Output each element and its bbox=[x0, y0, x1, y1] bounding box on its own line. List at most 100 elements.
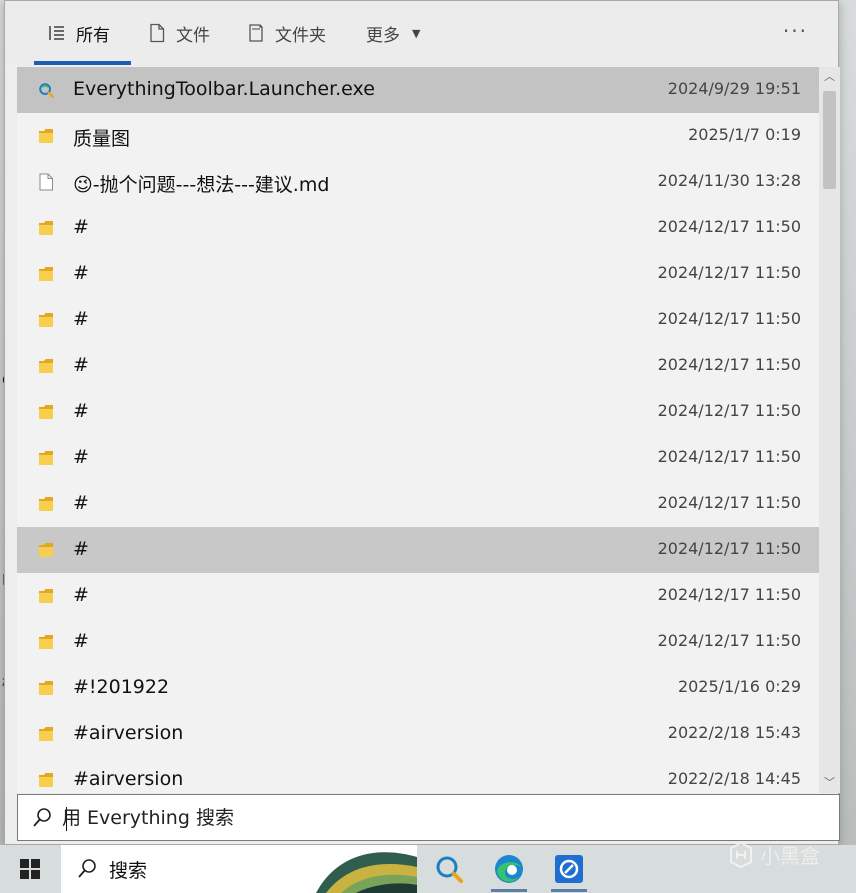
result-row[interactable]: #2024/12/17 11:50 bbox=[17, 619, 819, 665]
result-name: # bbox=[73, 262, 89, 284]
folder-icon bbox=[38, 449, 54, 467]
result-row[interactable]: #2024/12/17 11:50 bbox=[17, 205, 819, 251]
search-input[interactable] bbox=[62, 803, 822, 833]
result-name: #airversion bbox=[73, 768, 184, 790]
folder-icon bbox=[38, 541, 54, 559]
everything-app-icon bbox=[38, 81, 54, 99]
result-date: 2024/12/17 11:50 bbox=[657, 447, 801, 466]
everything-search-icon bbox=[436, 856, 463, 883]
result-row[interactable]: #2024/12/17 11:50 bbox=[17, 297, 819, 343]
search-highlight-art bbox=[316, 852, 417, 893]
tab-folders[interactable]: 文件夹 bbox=[247, 1, 326, 65]
result-name: #airversion bbox=[73, 722, 184, 744]
search-results-list: EverythingToolbar.Launcher.exe 2024/9/29 … bbox=[17, 67, 819, 793]
result-date: 2024/12/17 11:50 bbox=[657, 217, 801, 236]
result-row[interactable]: #!201922 2025/1/16 0:29 bbox=[17, 665, 819, 711]
folder-icon bbox=[38, 403, 54, 421]
search-icon bbox=[77, 858, 97, 880]
scroll-up-icon[interactable]: ︿ bbox=[819, 67, 840, 87]
result-row[interactable]: 质量图 2025/1/7 0:19 bbox=[17, 113, 819, 159]
folder-icon bbox=[38, 587, 54, 605]
result-row[interactable]: #airversion 2022/2/18 14:45 bbox=[17, 757, 819, 793]
result-date: 2022/2/18 14:45 bbox=[667, 769, 801, 788]
result-row[interactable]: #2024/12/17 11:50 bbox=[17, 389, 819, 435]
more-options-button[interactable]: ··· bbox=[783, 19, 808, 43]
folder-icon bbox=[38, 725, 54, 743]
everything-toolbar-icon bbox=[555, 855, 583, 883]
list-icon bbox=[48, 23, 66, 43]
result-date: 2024/9/29 19:51 bbox=[667, 79, 801, 98]
result-row[interactable]: #2024/12/17 11:50 bbox=[17, 251, 819, 297]
result-date: 2025/1/16 0:29 bbox=[677, 677, 801, 696]
result-row[interactable]: 😉-抛个问题---想法---建议.md 2024/11/30 13:28 bbox=[17, 159, 819, 205]
scroll-down-icon[interactable]: ﹀ bbox=[819, 773, 840, 793]
result-row[interactable]: #airversion 2022/2/18 15:43 bbox=[17, 711, 819, 757]
tab-label: 更多 bbox=[366, 25, 400, 46]
results-scrollbar[interactable]: ︿ ﹀ bbox=[819, 67, 840, 793]
folder-icon bbox=[38, 311, 54, 329]
result-name: # bbox=[73, 308, 89, 330]
chevron-down-icon: ▼ bbox=[412, 26, 421, 40]
running-indicator bbox=[491, 889, 527, 892]
folder-outline-icon bbox=[247, 23, 265, 43]
result-name: # bbox=[73, 400, 89, 422]
result-row[interactable]: #2024/12/17 11:50 bbox=[17, 573, 819, 619]
result-date: 2025/1/7 0:19 bbox=[688, 125, 801, 144]
watermark: 小黑盒 bbox=[728, 840, 820, 869]
result-name: 😉-抛个问题---想法---建议.md bbox=[73, 174, 330, 196]
taskbar-search-box[interactable]: 搜索 bbox=[61, 845, 417, 893]
tab-label: 文件 bbox=[176, 25, 210, 46]
result-name: # bbox=[73, 492, 89, 514]
scrollbar-thumb[interactable] bbox=[823, 91, 836, 189]
taskbar-app-everything-search[interactable] bbox=[423, 845, 475, 893]
everything-launcher-window: 所有 文件 文件夹 更多 ▼ ··· EverythingToolbar.Lau… bbox=[4, 0, 840, 845]
result-row[interactable]: EverythingToolbar.Launcher.exe 2024/9/29 … bbox=[17, 67, 819, 113]
result-row[interactable]: #2024/12/17 11:50 bbox=[17, 481, 819, 527]
result-name: #!201922 bbox=[73, 676, 170, 698]
result-date: 2024/12/17 11:50 bbox=[657, 631, 801, 650]
result-name: # bbox=[73, 354, 89, 376]
tab-files[interactable]: 文件 bbox=[148, 1, 210, 65]
heybox-logo-icon bbox=[730, 841, 752, 868]
watermark-text: 小黑盒 bbox=[760, 844, 820, 868]
active-tab-indicator bbox=[34, 61, 131, 65]
folder-icon bbox=[38, 127, 54, 145]
tab-all[interactable]: 所有 bbox=[34, 1, 131, 65]
running-indicator bbox=[551, 889, 587, 892]
result-date: 2022/2/18 15:43 bbox=[667, 723, 801, 742]
folder-icon bbox=[38, 219, 54, 237]
file-icon bbox=[148, 23, 166, 43]
result-date: 2024/12/17 11:50 bbox=[657, 263, 801, 282]
result-name: 质量图 bbox=[73, 128, 131, 150]
filter-tab-bar: 所有 文件 文件夹 更多 ▼ ··· bbox=[5, 1, 838, 65]
result-name: # bbox=[73, 216, 89, 238]
taskbar-app-edge[interactable] bbox=[483, 845, 535, 893]
result-date: 2024/12/17 11:50 bbox=[657, 355, 801, 374]
taskbar-app-everything-toolbar[interactable] bbox=[543, 845, 595, 893]
result-date: 2024/12/17 11:50 bbox=[657, 309, 801, 328]
result-name: # bbox=[73, 584, 89, 606]
folder-icon bbox=[38, 633, 54, 651]
folder-icon bbox=[38, 771, 54, 789]
result-row[interactable]: #2024/12/17 11:50 bbox=[17, 343, 819, 389]
result-name: # bbox=[73, 538, 89, 560]
result-name: # bbox=[73, 446, 89, 468]
result-date: 2024/11/30 13:28 bbox=[657, 171, 801, 190]
tab-label: 所有 bbox=[76, 25, 110, 46]
document-icon bbox=[38, 173, 54, 191]
result-date: 2024/12/17 11:50 bbox=[657, 493, 801, 512]
tab-more[interactable]: 更多 ▼ bbox=[366, 1, 420, 65]
taskbar-search-label: 搜索 bbox=[109, 860, 148, 882]
result-name: # bbox=[73, 630, 89, 652]
result-date: 2024/12/17 11:50 bbox=[657, 585, 801, 604]
result-row[interactable]: #2024/12/17 11:50 bbox=[17, 435, 819, 481]
result-name: EverythingToolbar.Launcher.exe bbox=[73, 78, 375, 100]
result-date: 2024/12/17 11:50 bbox=[657, 539, 801, 558]
result-date: 2024/12/17 11:50 bbox=[657, 401, 801, 420]
edge-browser-icon bbox=[495, 855, 523, 883]
start-button[interactable] bbox=[10, 853, 50, 885]
folder-icon bbox=[38, 357, 54, 375]
folder-icon bbox=[38, 265, 54, 283]
folder-icon bbox=[38, 495, 54, 513]
result-row[interactable]: #2024/12/17 11:50 bbox=[17, 527, 819, 573]
